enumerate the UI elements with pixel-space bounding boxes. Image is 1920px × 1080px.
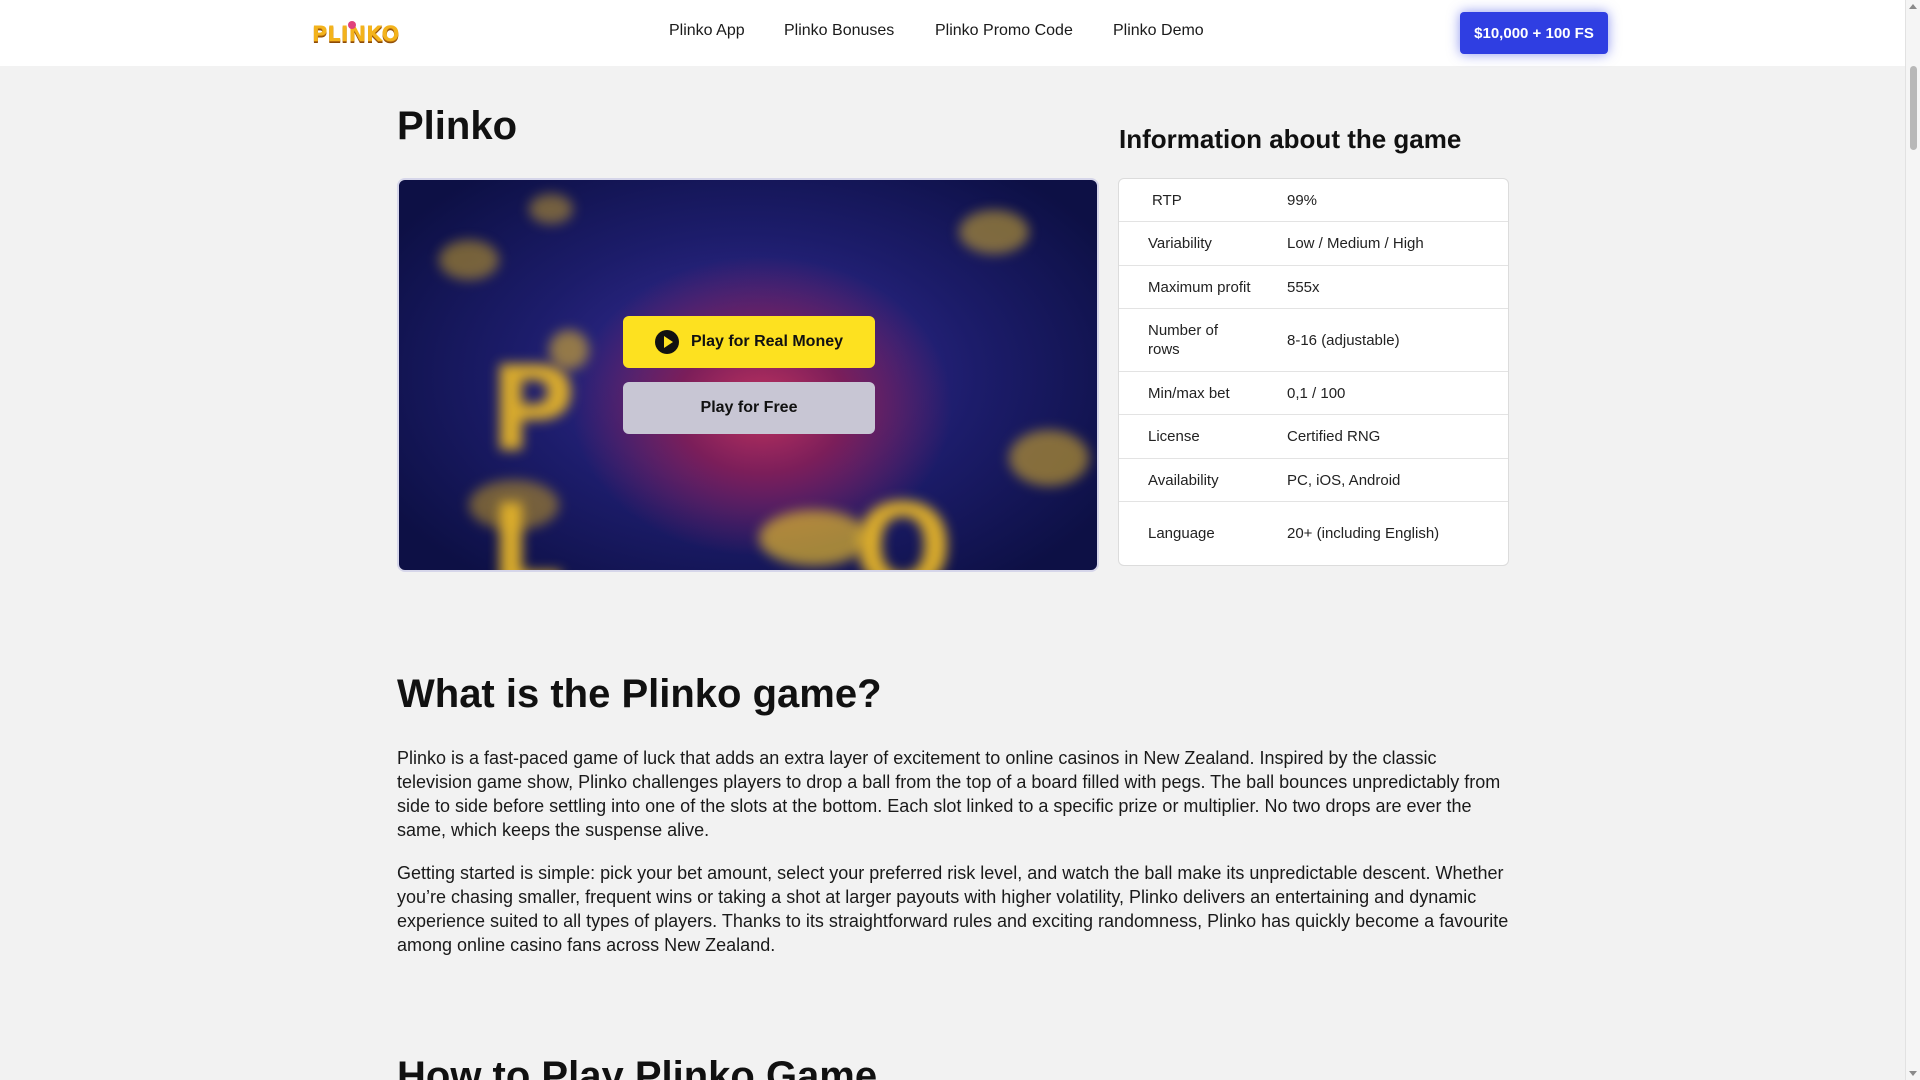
page-viewport: PLINKO Plinko App Plinko Bonuses Plinko … xyxy=(0,0,1920,1080)
bonus-cta-button[interactable]: $10,000 + 100 FS xyxy=(1460,12,1608,54)
play-real-money-button[interactable]: Play for Real Money xyxy=(623,316,875,368)
info-label: Variability xyxy=(1148,235,1212,252)
info-value: 20+ (including English) xyxy=(1287,525,1440,542)
section-heading: What is the Plinko game? xyxy=(397,672,882,716)
info-row-rows: Number of rows 8-16 (adjustable) xyxy=(1119,309,1508,372)
nav-plinko-app[interactable]: Plinko App xyxy=(669,22,745,40)
info-title: Information about the game xyxy=(1119,124,1462,154)
play-icon xyxy=(654,330,679,354)
game-info-table: RTP 99% Variability Low / Medium / High … xyxy=(1118,178,1509,566)
info-value: Certified RNG xyxy=(1287,428,1381,445)
info-value: PC, iOS, Android xyxy=(1287,471,1401,489)
info-row-bet: Min/max bet 0,1 / 100 xyxy=(1119,372,1508,415)
scroll-down-arrow-icon[interactable] xyxy=(1909,1071,1917,1076)
coin-decoration xyxy=(439,240,499,280)
page-title: Plinko xyxy=(397,104,518,148)
info-label: Min/max bet xyxy=(1148,384,1230,402)
info-row-language: Language 20+ (including English) xyxy=(1119,502,1508,565)
play-real-money-label: Play for Real Money xyxy=(690,333,844,350)
page-scrollbar[interactable] xyxy=(1905,0,1920,1080)
info-value: 0,1 / 100 xyxy=(1287,384,1346,402)
info-value: 99% xyxy=(1287,191,1318,209)
nav-plinko-promo-code[interactable]: Plinko Promo Code xyxy=(935,22,1073,40)
info-label: Maximum profit xyxy=(1148,278,1251,296)
article-paragraph: Plinko is a fast-paced game of luck that… xyxy=(397,748,1501,840)
site-header: PLINKO Plinko App Plinko Bonuses Plinko … xyxy=(0,0,1905,66)
info-label: License xyxy=(1148,428,1200,445)
plinko-logo[interactable]: PLINKO xyxy=(312,20,399,48)
info-row-rtp: RTP 99% xyxy=(1119,179,1508,222)
info-value: Low / Medium / High xyxy=(1287,235,1424,252)
info-row-variability: Variability Low / Medium / High xyxy=(1119,222,1508,266)
nav-plinko-demo[interactable]: Plinko Demo xyxy=(1113,22,1204,40)
logo-dot-icon xyxy=(348,21,356,29)
info-row-max-profit: Maximum profit 555x xyxy=(1119,266,1508,309)
info-value: 8-16 (adjustable) xyxy=(1287,331,1400,349)
article-paragraph: Getting started is simple: pick your bet… xyxy=(397,863,1509,955)
game-logo-art: P L O xyxy=(489,340,959,572)
game-preview: P L O Play for Real Money Play for Free xyxy=(397,178,1099,572)
info-label: Number of rows xyxy=(1148,322,1219,358)
coin-decoration xyxy=(959,210,1029,254)
info-value: 555x xyxy=(1287,278,1320,296)
info-label: Language xyxy=(1148,525,1215,542)
info-label: Availability xyxy=(1148,471,1219,489)
info-row-availability: Availability PC, iOS, Android xyxy=(1119,459,1508,502)
scrollbar-thumb[interactable] xyxy=(1910,66,1917,150)
info-label: RTP xyxy=(1152,191,1182,209)
next-section-heading: How to Play Plinko Game xyxy=(397,1054,878,1080)
scroll-up-arrow-icon[interactable] xyxy=(1909,4,1917,9)
info-row-license: License Certified RNG xyxy=(1119,415,1508,459)
play-free-button[interactable]: Play for Free xyxy=(623,382,875,434)
coin-decoration xyxy=(529,194,573,224)
nav-plinko-bonuses[interactable]: Plinko Bonuses xyxy=(784,22,894,40)
